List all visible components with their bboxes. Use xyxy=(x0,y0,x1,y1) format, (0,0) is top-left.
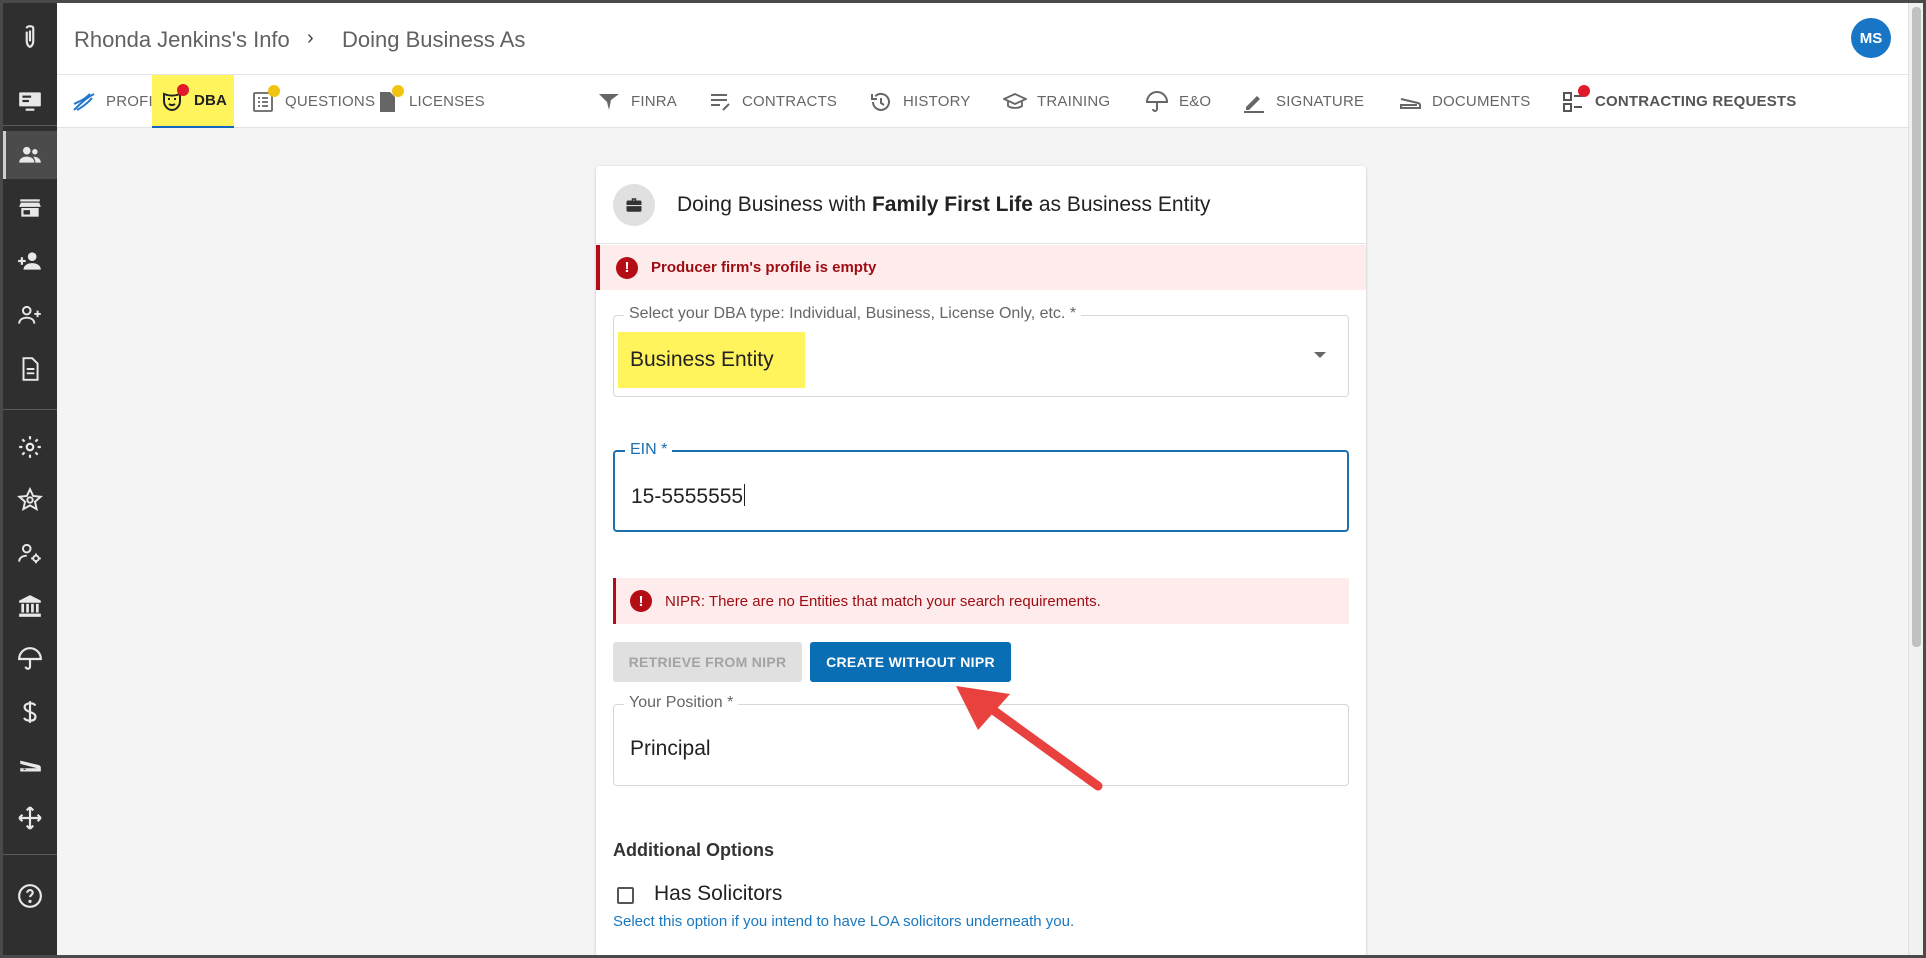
breadcrumb-parent[interactable]: Rhonda Jenkins's Info xyxy=(74,27,290,53)
profile-swoosh-icon xyxy=(71,89,97,115)
people-icon[interactable] xyxy=(3,131,57,179)
tab-label: LICENSES xyxy=(409,93,485,110)
badge-star-icon[interactable] xyxy=(3,476,57,524)
help-icon[interactable] xyxy=(3,872,57,920)
field-label: Your Position * xyxy=(624,694,739,712)
dollar-icon[interactable] xyxy=(3,688,57,736)
has-solicitors-help: Select this option if you intend to have… xyxy=(613,913,1075,930)
ein-field[interactable]: EIN * 15-5555555 xyxy=(613,441,1349,532)
page-header: Rhonda Jenkins's Info › Doing Business A… xyxy=(57,3,1923,75)
scanner-icon[interactable] xyxy=(3,741,57,789)
card-title-company: Family First Life xyxy=(871,193,1033,216)
alert-text: Producer firm's profile is empty xyxy=(651,259,877,276)
tab-dba[interactable]: DBA xyxy=(152,75,234,128)
tab-label: TRAINING xyxy=(1037,93,1111,110)
tab-documents[interactable]: DOCUMENTS xyxy=(1397,75,1530,128)
questions-badge xyxy=(268,84,280,97)
questions-list-icon xyxy=(250,84,280,115)
info-tabs: PROFILE DBA QUESTIONS LICENSES FINRA CON… xyxy=(57,75,1908,128)
profile-empty-alert: ! Producer firm's profile is empty xyxy=(596,245,1366,290)
has-solicitors-label[interactable]: Has Solicitors xyxy=(654,882,782,906)
tab-label: E&O xyxy=(1179,93,1212,110)
briefcase-icon xyxy=(613,184,655,226)
retrieve-from-nipr-button[interactable]: RETRIEVE FROM NIPR xyxy=(613,642,802,682)
tab-label: SIGNATURE xyxy=(1276,93,1365,110)
move-arrows-icon[interactable] xyxy=(3,794,57,842)
alert-text: NIPR: There are no Entities that match y… xyxy=(665,592,1101,610)
dashboard-icon[interactable] xyxy=(3,77,57,125)
licenses-doc-icon xyxy=(374,84,404,115)
signature-pen-icon xyxy=(1241,89,1267,115)
umbrella-icon xyxy=(1144,89,1170,115)
training-cap-icon xyxy=(1002,89,1028,115)
position-value: Principal xyxy=(630,737,711,760)
documents-icon xyxy=(1397,89,1423,115)
dba-type-value: Business Entity xyxy=(618,332,805,388)
tab-signature[interactable]: SIGNATURE xyxy=(1241,75,1364,128)
user-avatar[interactable]: MS xyxy=(1851,18,1891,58)
error-icon: ! xyxy=(630,590,652,612)
tab-finra[interactable]: FINRA xyxy=(596,75,677,128)
field-label: Select your DBA type: Individual, Busine… xyxy=(624,305,1082,323)
bank-icon[interactable] xyxy=(3,582,57,630)
umbrella-icon[interactable] xyxy=(3,635,57,683)
dropdown-caret-icon[interactable] xyxy=(1314,352,1326,358)
create-without-nipr-button[interactable]: CREATE WITHOUT NIPR xyxy=(810,642,1011,682)
text-cursor xyxy=(744,484,746,506)
group-add-icon[interactable] xyxy=(3,291,57,339)
store-icon[interactable] xyxy=(3,184,57,232)
breadcrumb-chevron-icon: › xyxy=(307,27,314,49)
finra-icon xyxy=(596,89,622,115)
has-solicitors-checkbox[interactable] xyxy=(617,887,634,904)
tab-label: QUESTIONS xyxy=(285,93,376,110)
history-icon xyxy=(868,89,894,115)
licenses-badge xyxy=(392,84,404,97)
additional-options-heading: Additional Options xyxy=(613,840,774,860)
add-person-icon[interactable] xyxy=(3,237,57,285)
tab-contracting-requests[interactable]: CONTRACTING REQUESTS xyxy=(1560,75,1797,128)
dba-badge xyxy=(176,83,189,96)
tab-licenses[interactable]: LICENSES xyxy=(374,75,485,128)
settings-gear-icon[interactable] xyxy=(3,423,57,471)
user-settings-icon[interactable] xyxy=(3,529,57,577)
tab-label: CONTRACTING REQUESTS xyxy=(1595,93,1797,110)
ein-value: 15-5555555 xyxy=(631,485,744,508)
page-scrollbar[interactable] xyxy=(1908,3,1923,955)
contracting-requests-badge xyxy=(1578,84,1590,97)
tab-label: HISTORY xyxy=(903,93,971,110)
card-title-prefix: Doing Business with xyxy=(677,193,872,216)
tab-contracts[interactable]: CONTRACTS xyxy=(707,75,837,128)
app-logo-icon[interactable] xyxy=(3,13,57,61)
card-header: Doing Business with Family First Life as… xyxy=(596,166,1366,244)
left-icon-rail xyxy=(3,3,57,955)
document-icon[interactable] xyxy=(3,345,57,393)
dba-type-select[interactable]: Select your DBA type: Individual, Busine… xyxy=(613,305,1349,397)
error-icon: ! xyxy=(616,256,638,279)
card-title: Doing Business with Family First Life as… xyxy=(677,193,1210,217)
annotation-arrow-icon xyxy=(956,686,1103,791)
tab-label: DBA xyxy=(193,92,228,109)
tab-history[interactable]: HISTORY xyxy=(868,75,971,128)
ein-input[interactable]: 15-5555555 xyxy=(631,484,746,509)
tab-label: CONTRACTS xyxy=(742,93,838,110)
scrollbar-thumb[interactable] xyxy=(1912,7,1921,647)
tab-training[interactable]: TRAINING xyxy=(1002,75,1110,128)
dba-card: Doing Business with Family First Life as… xyxy=(596,166,1366,956)
breadcrumb-current: Doing Business As xyxy=(342,27,526,52)
tab-e-and-o[interactable]: E&O xyxy=(1144,75,1211,128)
nipr-alert: ! NIPR: There are no Entities that match… xyxy=(613,578,1349,624)
field-label: EIN * xyxy=(625,441,673,459)
tab-questions[interactable]: QUESTIONS xyxy=(250,75,375,128)
dba-mask-icon xyxy=(159,83,189,114)
tab-label: FINRA xyxy=(631,93,677,110)
tab-label: DOCUMENTS xyxy=(1432,93,1531,110)
contracting-requests-icon xyxy=(1560,84,1590,115)
card-title-suffix: as Business Entity xyxy=(1032,193,1211,216)
contracts-icon xyxy=(707,89,733,115)
